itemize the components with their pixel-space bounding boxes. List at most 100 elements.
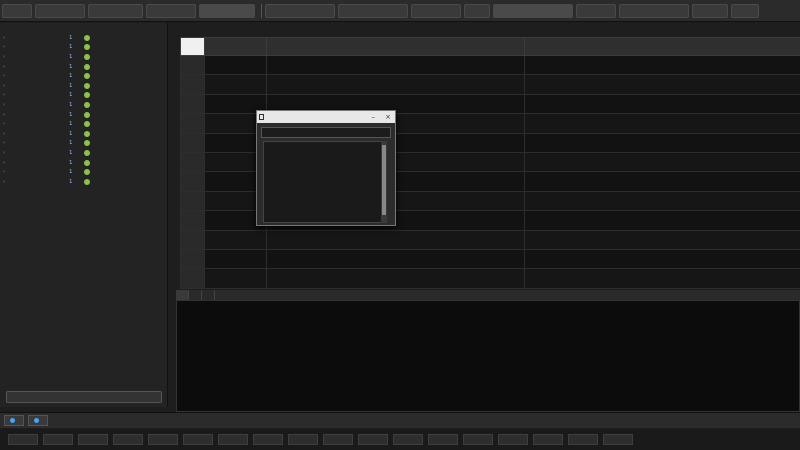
grid-header-col-1[interactable] (204, 37, 267, 56)
sidebar-item[interactable]: › 1 (0, 100, 167, 110)
toolbar-button-13[interactable] (692, 3, 728, 18)
sidebar-item[interactable]: › 1 (0, 33, 167, 43)
table-cell[interactable] (204, 229, 267, 251)
row-number[interactable] (180, 268, 205, 289)
status-button-1[interactable] (4, 415, 24, 426)
sidebar-item[interactable]: › 1 (0, 62, 167, 72)
table-cell[interactable] (524, 190, 800, 212)
tab-output-2[interactable] (189, 290, 202, 300)
table-cell[interactable] (524, 74, 800, 95)
row-number[interactable] (180, 171, 205, 192)
popup-list-item[interactable] (264, 156, 384, 163)
table-cell[interactable] (524, 152, 800, 173)
bottom-bar-button[interactable] (498, 434, 528, 445)
sidebar-item[interactable]: › 1 (0, 167, 167, 177)
sidebar-item[interactable]: › 1 (0, 52, 167, 62)
grid-corner[interactable] (180, 37, 205, 56)
row-number[interactable] (180, 54, 205, 76)
row-number[interactable] (180, 132, 205, 154)
close-icon[interactable]: × (385, 111, 391, 123)
table-cell[interactable] (266, 268, 525, 289)
toolbar-button-11[interactable] (576, 3, 616, 18)
bottom-bar-button[interactable] (428, 434, 458, 445)
tab-output-1[interactable] (176, 290, 189, 300)
toolbar-button-5[interactable] (199, 3, 255, 18)
bottom-bar-button[interactable] (43, 434, 73, 445)
sidebar-item[interactable]: › 1 (0, 158, 167, 168)
bottom-bar-button[interactable] (533, 434, 563, 445)
toolbar-button-3[interactable] (88, 3, 143, 18)
toolbar-button-7[interactable] (338, 3, 408, 18)
table-cell[interactable] (204, 249, 267, 270)
bottom-bar-button[interactable] (463, 434, 493, 445)
bottom-bar-button[interactable] (568, 434, 598, 445)
table-cell[interactable] (204, 74, 267, 95)
sidebar-item[interactable]: › 1 (0, 129, 167, 139)
table-cell[interactable] (524, 268, 800, 289)
bottom-bar-button[interactable] (8, 434, 38, 445)
row-number[interactable] (180, 190, 205, 212)
table-cell[interactable] (524, 171, 800, 192)
popup-list-item[interactable] (264, 171, 384, 178)
minimize-icon[interactable]: – (372, 111, 376, 123)
sidebar-item[interactable]: › 1 (0, 110, 167, 120)
sidebar-item[interactable]: › 1 (0, 139, 167, 149)
bottom-bar-button[interactable] (393, 434, 423, 445)
row-number[interactable] (180, 74, 205, 95)
toolbar-button-10[interactable] (493, 3, 573, 18)
table-cell[interactable] (524, 132, 800, 154)
popup-scroll-thumb[interactable] (382, 145, 386, 215)
popup-search-input[interactable] (261, 127, 391, 138)
bottom-bar-button[interactable] (113, 434, 143, 445)
table-cell[interactable] (524, 93, 800, 115)
table-cell[interactable] (204, 268, 267, 289)
toolbar-button-8[interactable] (411, 3, 461, 18)
toolbar-button-1[interactable] (2, 3, 32, 18)
table-cell[interactable] (524, 113, 800, 134)
popup-scrollbar[interactable] (381, 141, 387, 223)
table-cell[interactable] (204, 54, 267, 76)
table-cell[interactable] (524, 229, 800, 251)
popup-list-item[interactable] (264, 200, 384, 207)
sidebar-item[interactable]: › 1 (0, 177, 167, 187)
row-number[interactable] (180, 210, 205, 231)
sidebar-item[interactable]: › 1 (0, 119, 167, 129)
bottom-bar-button[interactable] (78, 434, 108, 445)
bottom-bar-button[interactable] (218, 434, 248, 445)
bottom-bar-button[interactable] (148, 434, 178, 445)
sidebar-item[interactable]: › 1 (0, 81, 167, 91)
toolbar-button-6[interactable] (265, 3, 335, 18)
tab-output-3[interactable] (202, 290, 215, 300)
grid-header-col-3[interactable] (524, 37, 800, 56)
bottom-bar-button[interactable] (288, 434, 318, 445)
grid-header-col-2[interactable] (266, 37, 525, 56)
table-cell[interactable] (524, 210, 800, 231)
table-row[interactable] (180, 54, 800, 76)
table-cell[interactable] (266, 249, 525, 270)
toolbar-button-4[interactable] (146, 3, 196, 18)
toolbar-button-14[interactable] (731, 3, 759, 18)
table-row[interactable] (180, 268, 800, 289)
table-cell[interactable] (524, 249, 800, 270)
sidebar-item[interactable]: › 1 (0, 148, 167, 158)
bottom-bar-button[interactable] (323, 434, 353, 445)
toolbar-button-12[interactable] (619, 3, 689, 18)
row-number[interactable] (180, 229, 205, 251)
bottom-bar-button[interactable] (603, 434, 633, 445)
row-number[interactable] (180, 249, 205, 270)
row-number[interactable] (180, 113, 205, 134)
popup-list-item[interactable] (264, 142, 384, 149)
toolbar-button-9[interactable] (464, 3, 490, 18)
sidebar-item[interactable]: › 1 (0, 91, 167, 101)
table-cell[interactable] (266, 54, 525, 76)
popup-list-item[interactable] (264, 164, 384, 171)
bottom-bar-button[interactable] (358, 434, 388, 445)
bottom-bar-button[interactable] (253, 434, 283, 445)
sidebar-item[interactable]: › 1 (0, 71, 167, 81)
popup-list-item[interactable] (264, 207, 384, 214)
table-cell[interactable] (266, 74, 525, 95)
bottom-bar-button[interactable] (183, 434, 213, 445)
row-number[interactable] (180, 93, 205, 115)
table-row[interactable] (180, 249, 800, 270)
toolbar-button-2[interactable] (35, 3, 85, 18)
